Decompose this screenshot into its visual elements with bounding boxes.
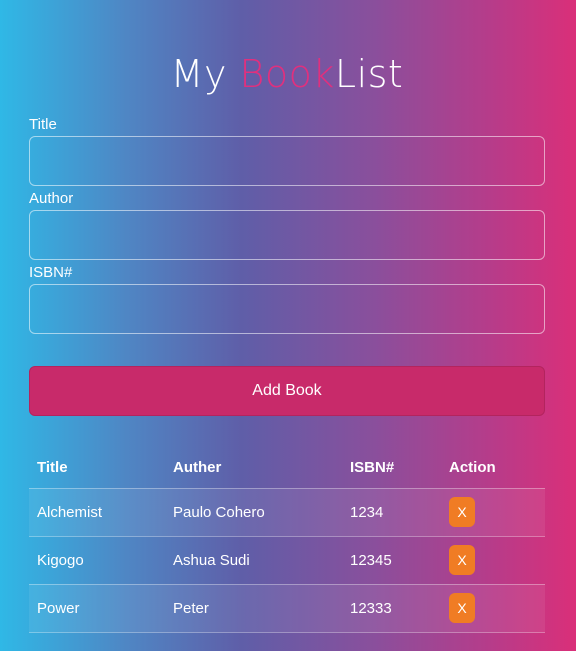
book-title-cell: Kigogo <box>29 536 165 585</box>
book-action-cell: X <box>441 584 545 633</box>
book-action-cell: X <box>441 536 545 585</box>
book-title-cell: Alchemist <box>29 488 165 537</box>
book-table: Title Auther ISBN# Action Alchemist Paul… <box>29 448 545 633</box>
table-row: Kigogo Ashua Sudi 12345 X <box>29 536 545 585</box>
title-book: Book <box>239 52 335 96</box>
book-author-cell: Ashua Sudi <box>165 536 342 585</box>
title-input[interactable] <box>29 136 545 186</box>
author-input[interactable] <box>29 210 545 260</box>
isbn-input[interactable] <box>29 284 545 334</box>
delete-book-button[interactable]: X <box>449 545 475 575</box>
column-header-action: Action <box>441 448 545 489</box>
add-book-button[interactable]: Add Book <box>29 366 545 416</box>
column-header-title: Title <box>29 448 165 489</box>
title-label: Title <box>29 116 57 133</box>
title-my: My <box>170 52 240 96</box>
delete-book-button[interactable]: X <box>449 497 475 527</box>
book-title-cell: Power <box>29 584 165 633</box>
table-header-row: Title Auther ISBN# Action <box>29 448 545 489</box>
table-row: Power Peter 12333 X <box>29 584 545 633</box>
isbn-label: ISBN# <box>29 264 73 281</box>
book-author-cell: Paulo Cohero <box>165 488 342 537</box>
delete-book-button[interactable]: X <box>449 593 475 623</box>
book-isbn-cell: 12345 <box>342 536 441 585</box>
author-label: Author <box>29 190 74 207</box>
title-list: List <box>334 52 404 96</box>
book-isbn-cell: 12333 <box>342 584 441 633</box>
book-action-cell: X <box>441 488 545 537</box>
book-author-cell: Peter <box>165 584 342 633</box>
column-header-isbn: ISBN# <box>342 448 441 489</box>
column-header-author: Auther <box>165 448 342 489</box>
table-row: Alchemist Paulo Cohero 1234 X <box>29 488 545 537</box>
page-title: My BookList <box>29 52 545 96</box>
book-isbn-cell: 1234 <box>342 488 441 537</box>
